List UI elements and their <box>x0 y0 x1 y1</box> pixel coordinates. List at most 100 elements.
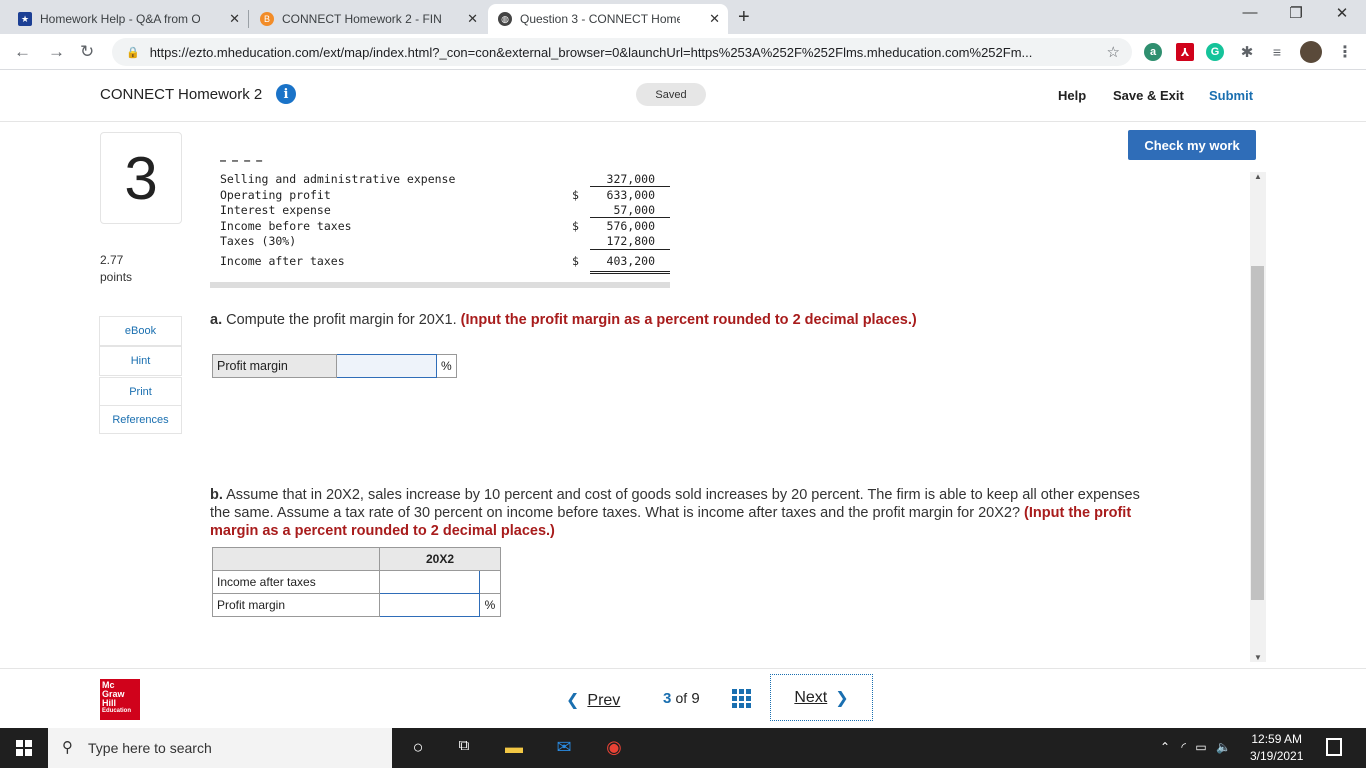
total-line <box>590 217 670 218</box>
search-icon: ⚲ <box>62 739 73 756</box>
tab-separator <box>248 10 249 28</box>
current-page: 3 <box>663 690 672 707</box>
scroll-down-icon[interactable]: ▼ <box>1254 653 1262 662</box>
close-icon[interactable]: ✕ <box>229 11 240 27</box>
extension-a-icon[interactable]: a <box>1144 43 1162 61</box>
globe-icon: ◍ <box>498 12 512 26</box>
total-line <box>590 186 670 187</box>
percent-unit: % <box>479 593 501 617</box>
statement-row: Income before taxes $ 576,000 <box>210 219 670 234</box>
chevron-right-icon: ❯ <box>835 689 849 707</box>
part-a-instruction: (Input the profit margin as a percent ro… <box>460 312 917 328</box>
reload-icon[interactable]: ↻ <box>80 42 94 62</box>
part-a-text: Compute the profit margin for 20X1. <box>222 312 461 328</box>
close-window-icon[interactable]: ✕ <box>1322 4 1362 22</box>
grammarly-icon[interactable]: G <box>1206 43 1224 61</box>
clock[interactable]: 12:59 AM 3/19/2021 <box>1250 731 1303 765</box>
part-a-prefix: a. <box>210 312 223 328</box>
address-bar: ← → ↻ 🔒 https://ezto.mheducation.com/ext… <box>0 34 1366 70</box>
row-label: Income after taxes <box>220 254 345 268</box>
chrome-icon[interactable]: ◉ <box>602 737 626 759</box>
forward-arrow-icon[interactable]: → <box>48 42 65 62</box>
back-arrow-icon[interactable]: ← <box>14 42 31 62</box>
row-value: 576,000 <box>606 219 655 233</box>
table-row: Income after taxes <box>212 570 501 594</box>
next-button[interactable]: Next ❯ <box>770 674 873 721</box>
pdf-extension-icon[interactable]: ⅄ <box>1176 43 1194 61</box>
battery-icon[interactable]: ▭ <box>1195 740 1206 754</box>
file-explorer-icon[interactable]: ▬ <box>502 737 526 759</box>
points-display: 2.77 points <box>100 252 132 286</box>
print-button[interactable]: Print <box>99 377 182 407</box>
restore-icon[interactable]: ❐ <box>1276 4 1316 22</box>
taskbar-search[interactable]: ⚲ Type here to search <box>48 728 392 768</box>
row-dollar: $ <box>572 188 579 202</box>
url-field[interactable]: 🔒 https://ezto.mheducation.com/ext/map/i… <box>112 38 1132 66</box>
submit-link[interactable]: Submit <box>1209 88 1253 103</box>
row-value: 403,200 <box>606 254 655 268</box>
time: 12:59 AM <box>1251 732 1303 746</box>
close-icon[interactable]: ✕ <box>467 11 478 27</box>
logo-line: Education <box>102 708 132 714</box>
new-tab-plus-icon[interactable]: + <box>738 6 750 29</box>
tab-label: CONNECT Homework 2 - FINC 3 <box>282 12 442 26</box>
clipped-row: ▬ ▬ ▬ ▬ <box>220 160 263 166</box>
bookmark-star-icon[interactable]: ☆ <box>1107 43 1120 61</box>
minimize-icon[interactable]: — <box>1230 4 1270 21</box>
part-b-text: Assume that in 20X2, sales increase by 1… <box>210 487 1140 521</box>
horizontal-scrollbar[interactable] <box>210 282 670 288</box>
save-exit-link[interactable]: Save & Exit <box>1113 88 1184 103</box>
mail-icon[interactable]: ✉ <box>552 737 576 759</box>
page-indicator: 3 of 9 <box>663 690 700 707</box>
tab-question-3[interactable]: ◍ Question 3 - CONNECT Homewo ✕ <box>488 4 728 34</box>
hint-button[interactable]: Hint <box>99 346 182 376</box>
references-button[interactable]: References <box>99 405 182 434</box>
row-dollar: $ <box>572 254 579 268</box>
row-label: Taxes (30%) <box>220 234 297 248</box>
puzzle-icon[interactable]: ✱ <box>1238 43 1256 61</box>
help-link[interactable]: Help <box>1058 88 1086 103</box>
avatar[interactable] <box>1300 41 1322 63</box>
assignment-title: CONNECT Homework 2 <box>100 86 263 103</box>
info-icon[interactable]: i <box>276 84 296 104</box>
grid-icon[interactable] <box>732 689 751 708</box>
menu-dots-icon[interactable]: ⋮ <box>1336 43 1354 61</box>
date: 3/19/2021 <box>1250 749 1304 763</box>
double-underline <box>590 271 670 272</box>
cortana-icon[interactable]: ○ <box>406 737 430 759</box>
chevron-up-icon[interactable]: ⌃ <box>1160 740 1170 754</box>
reading-list-icon[interactable]: ≡ <box>1268 43 1286 61</box>
tab-connect-homework[interactable]: B CONNECT Homework 2 - FINC 3 ✕ <box>250 4 486 34</box>
row-value: 327,000 <box>606 172 655 186</box>
chevron-left-icon: ❮ <box>566 692 580 709</box>
scrollbar-thumb[interactable] <box>1251 266 1264 600</box>
windows-start-icon[interactable] <box>16 740 32 756</box>
row-value: 172,800 <box>606 234 655 248</box>
task-view-icon[interactable]: ⧉ <box>452 737 476 759</box>
statement-row: Selling and administrative expense 327,0… <box>210 172 670 187</box>
part-a-prompt: a. Compute the profit margin for 20X1. (… <box>210 311 1160 329</box>
row-label: Income before taxes <box>220 219 352 233</box>
b-icon: B <box>260 12 274 26</box>
close-icon[interactable]: ✕ <box>709 11 720 27</box>
income-after-taxes-input-20x2[interactable] <box>379 570 480 594</box>
notification-icon[interactable] <box>1326 738 1342 756</box>
check-my-work-button[interactable]: Check my work <box>1128 130 1256 160</box>
statement-row: Income after taxes $ 403,200 <box>210 254 670 269</box>
double-underline <box>590 273 670 274</box>
volume-icon[interactable]: 🔈 <box>1216 740 1231 754</box>
total-line <box>590 249 670 250</box>
total-pages: 9 <box>691 690 700 707</box>
profit-margin-input-20x1[interactable] <box>336 354 437 378</box>
system-tray: ⌃ ◜ ▭ 🔈 <box>1160 740 1231 754</box>
prev-button[interactable]: ❮ Prev <box>566 690 620 710</box>
taskbar: ⚲ Type here to search ○ ⧉ ▬ ✉ ◉ ⌃ ◜ ▭ 🔈 … <box>0 728 1366 768</box>
saved-status-badge: Saved <box>636 83 706 106</box>
profit-margin-input-20x2[interactable] <box>379 593 480 617</box>
wifi-icon[interactable]: ◜ <box>1181 740 1186 754</box>
tab-homework-help[interactable]: ★ Homework Help - Q&A from Onl ✕ <box>8 4 248 34</box>
scroll-up-icon[interactable]: ▲ <box>1254 172 1262 181</box>
statement-row: Taxes (30%) 172,800 <box>210 234 670 249</box>
ebook-button[interactable]: eBook <box>99 316 182 346</box>
part-b-answer-table: 20X2 Income after taxes Profit margin % <box>212 547 501 617</box>
